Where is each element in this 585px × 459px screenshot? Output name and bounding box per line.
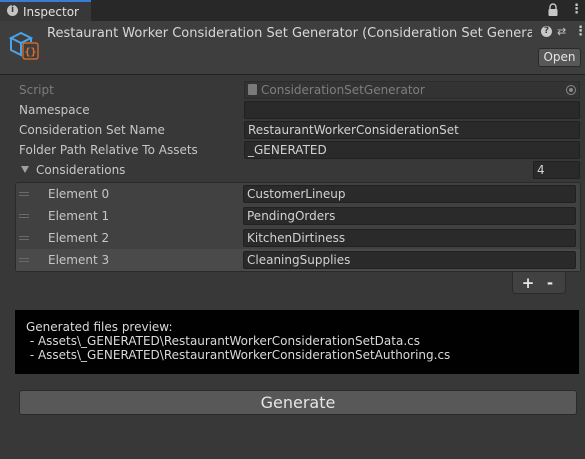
lock-icon[interactable] <box>547 3 559 17</box>
inspector-title: Restaurant Worker Consideration Set Gene… <box>47 26 532 41</box>
inspector-header: {} Restaurant Worker Consideration Set G… <box>0 21 585 75</box>
list-item[interactable]: Element 0 CustomerLineup <box>16 183 580 205</box>
list-item[interactable]: Element 3 CleaningSupplies <box>16 249 580 271</box>
script-file-icon <box>248 84 257 95</box>
preview-title: Generated files preview: <box>26 320 173 334</box>
svg-text:{}: {} <box>24 47 36 58</box>
element-label: Element 0 <box>48 187 110 201</box>
object-picker-icon[interactable] <box>566 85 576 95</box>
namespace-input[interactable] <box>244 101 580 119</box>
namespace-label: Namespace <box>19 103 90 117</box>
element-label: Element 1 <box>48 209 110 223</box>
presets-icon[interactable]: ⇄ <box>557 25 568 38</box>
foldout-arrow-icon[interactable] <box>21 166 29 173</box>
set-name-label: Consideration Set Name <box>19 123 165 137</box>
open-button[interactable]: Open <box>538 48 581 67</box>
array-size-input[interactable]: 4 <box>533 161 580 179</box>
tab-inspector[interactable]: i Inspector <box>0 0 91 21</box>
element-label: Element 2 <box>48 231 110 245</box>
drag-handle-icon[interactable] <box>19 258 29 262</box>
generated-files-preview: Generated files preview: - Assets\_GENER… <box>15 310 579 374</box>
script-asset-icon: {} <box>9 31 39 60</box>
element-label: Element 3 <box>48 253 110 267</box>
script-label: Script <box>19 83 54 97</box>
list-item[interactable]: Element 2 KitchenDirtiness <box>16 227 580 249</box>
remove-element-button[interactable]: - <box>541 274 559 292</box>
preview-file-line: - Assets\_GENERATED\RestaurantWorkerCons… <box>26 348 451 362</box>
element-input[interactable]: CleaningSupplies <box>243 251 576 269</box>
info-icon: i <box>7 5 18 16</box>
kebab-menu-icon[interactable]: ⋮ <box>574 25 585 38</box>
tab-title: Inspector <box>23 5 79 19</box>
drag-handle-icon[interactable] <box>19 236 29 240</box>
tab-bar: i Inspector ⋮ <box>0 0 585 21</box>
set-name-input[interactable]: RestaurantWorkerConsiderationSet <box>244 121 580 139</box>
element-input[interactable]: KitchenDirtiness <box>243 229 576 247</box>
generate-button[interactable]: Generate <box>19 390 577 415</box>
drag-handle-icon[interactable] <box>19 192 29 196</box>
folder-path-input[interactable]: _GENERATED <box>244 141 580 159</box>
script-value: ConsiderationSetGenerator <box>261 83 425 97</box>
folder-path-label: Folder Path Relative To Assets <box>19 143 198 157</box>
considerations-foldout-label[interactable]: Considerations <box>36 161 125 179</box>
add-element-button[interactable]: + <box>517 274 539 292</box>
element-input[interactable]: CustomerLineup <box>243 185 576 203</box>
kebab-menu-icon[interactable]: ⋮ <box>570 3 583 17</box>
script-field[interactable]: ConsiderationSetGenerator <box>244 81 580 99</box>
list-item[interactable]: Element 1 PendingOrders <box>16 205 580 227</box>
preview-file-line: - Assets\_GENERATED\RestaurantWorkerCons… <box>26 334 420 348</box>
help-icon[interactable]: ? <box>541 26 552 37</box>
element-input[interactable]: PendingOrders <box>243 207 576 225</box>
drag-handle-icon[interactable] <box>19 214 29 218</box>
